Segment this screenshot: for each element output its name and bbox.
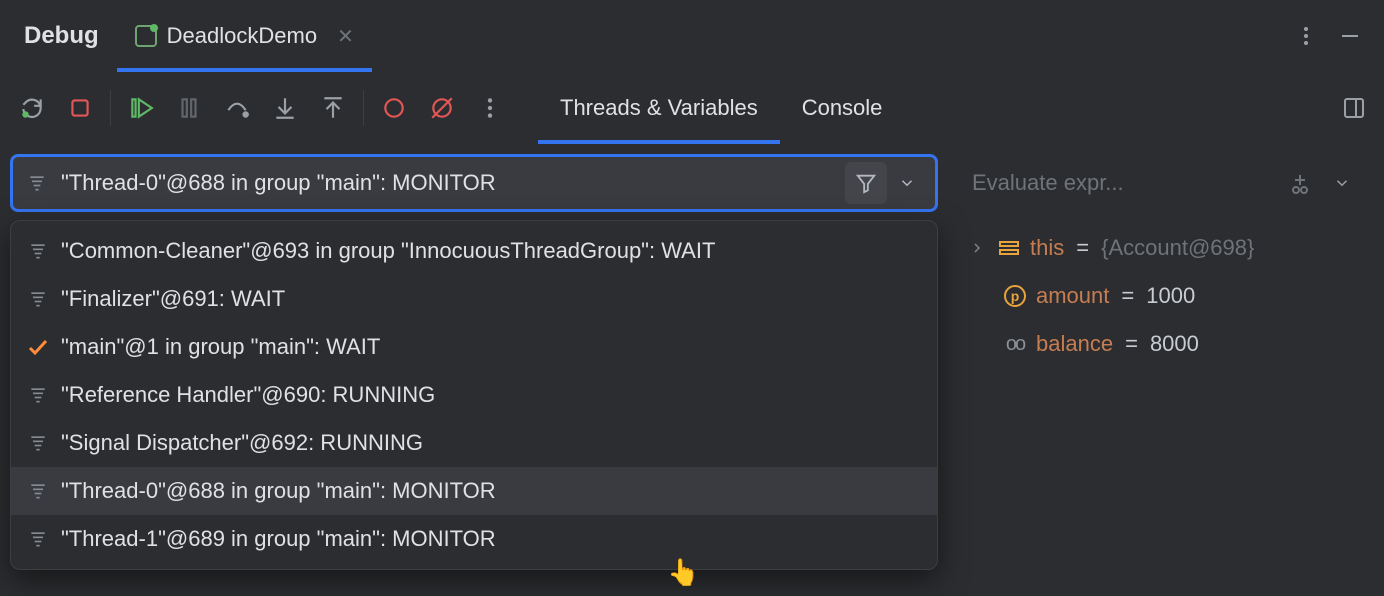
pause-button[interactable]: [165, 84, 213, 132]
variable-name: this: [1030, 235, 1064, 261]
debug-subtabs: Threads & Variables Console: [538, 72, 904, 144]
variable-amount[interactable]: p amount = 1000: [966, 272, 1362, 320]
evaluate-expression-field[interactable]: Evaluate expr...: [958, 154, 1370, 212]
step-over-button[interactable]: [213, 84, 261, 132]
thread-label: "Reference Handler"@690: RUNNING: [61, 382, 435, 408]
stop-button[interactable]: [56, 84, 104, 132]
thread-list-item[interactable]: "Finalizer"@691: WAIT: [11, 275, 937, 323]
thread-label: "Common-Cleaner"@693 in group "Innocuous…: [61, 238, 715, 264]
separator: [110, 90, 111, 126]
thread-selector[interactable]: "Thread-0"@688 in group "main": MONITOR: [10, 154, 938, 212]
step-out-button[interactable]: [309, 84, 357, 132]
thread-icon: [25, 289, 51, 309]
thread-list-item[interactable]: "Common-Cleaner"@693 in group "Innocuous…: [11, 227, 937, 275]
resume-button[interactable]: [117, 84, 165, 132]
thread-label: "Signal Dispatcher"@692: RUNNING: [61, 430, 423, 456]
thread-list-item[interactable]: "Thread-1"@689 in group "main": MONITOR: [11, 515, 937, 563]
more-icon[interactable]: [1284, 14, 1328, 58]
run-config-icon: [135, 25, 157, 47]
variable-value: 8000: [1150, 331, 1199, 357]
check-icon: [25, 335, 51, 359]
thread-icon: [25, 481, 51, 501]
thread-list-item[interactable]: "main"@1 in group "main": WAIT: [11, 323, 937, 371]
object-icon: [996, 236, 1022, 260]
variables-tree: this = {Account@698} p amount = 1000 oo …: [958, 212, 1370, 380]
equals-sign: =: [1072, 235, 1093, 261]
chevron-down-icon[interactable]: [1322, 174, 1362, 192]
tab-console[interactable]: Console: [780, 72, 905, 144]
mute-breakpoints-button[interactable]: [418, 84, 466, 132]
step-into-button[interactable]: [261, 84, 309, 132]
expand-arrow-icon[interactable]: [966, 240, 988, 256]
minimize-icon[interactable]: [1328, 14, 1372, 58]
variable-value: {Account@698}: [1101, 235, 1254, 261]
close-icon[interactable]: ✕: [327, 24, 354, 49]
evaluate-placeholder: Evaluate expr...: [972, 170, 1278, 196]
title-bar: Debug DeadlockDemo ✕: [0, 0, 1384, 72]
variable-this[interactable]: this = {Account@698}: [966, 224, 1362, 272]
thread-icon: [25, 385, 51, 405]
chevron-down-icon[interactable]: [887, 174, 927, 192]
thread-icon: [27, 173, 51, 193]
thread-label: "Finalizer"@691: WAIT: [61, 286, 285, 312]
tab-threads-variables[interactable]: Threads & Variables: [538, 72, 780, 144]
thread-label: "main"@1 in group "main": WAIT: [61, 334, 380, 360]
add-watch-icon[interactable]: [1278, 161, 1322, 205]
thread-selector-label: "Thread-0"@688 in group "main": MONITOR: [61, 170, 845, 196]
watch-icon: oo: [1002, 333, 1028, 356]
thread-icon: [25, 529, 51, 549]
separator: [363, 90, 364, 126]
rerun-button[interactable]: [8, 84, 56, 132]
tool-window-title: Debug: [12, 22, 117, 50]
more-actions-icon[interactable]: [466, 84, 514, 132]
run-config-tab[interactable]: DeadlockDemo ✕: [117, 0, 372, 72]
thread-list-item[interactable]: "Thread-0"@688 in group "main": MONITOR: [11, 467, 937, 515]
thread-list-item[interactable]: "Signal Dispatcher"@692: RUNNING: [11, 419, 937, 467]
thread-dropdown: "Common-Cleaner"@693 in group "Innocuous…: [10, 220, 938, 570]
param-icon: p: [1002, 285, 1028, 307]
equals-sign: =: [1117, 283, 1138, 309]
variable-name: balance: [1036, 331, 1113, 357]
variable-name: amount: [1036, 283, 1109, 309]
variable-value: 1000: [1146, 283, 1195, 309]
thread-icon: [25, 241, 51, 261]
run-config-label: DeadlockDemo: [167, 23, 317, 49]
thread-label: "Thread-1"@689 in group "main": MONITOR: [61, 526, 496, 552]
filter-icon[interactable]: [845, 162, 887, 204]
view-breakpoints-button[interactable]: [370, 84, 418, 132]
thread-list-item[interactable]: "Reference Handler"@690: RUNNING: [11, 371, 937, 419]
variable-balance[interactable]: oo balance = 8000: [966, 320, 1362, 368]
thread-icon: [25, 433, 51, 453]
debug-toolbar: Threads & Variables Console: [0, 72, 1384, 144]
equals-sign: =: [1121, 331, 1142, 357]
layout-settings-icon[interactable]: [1332, 86, 1376, 130]
thread-label: "Thread-0"@688 in group "main": MONITOR: [61, 478, 496, 504]
